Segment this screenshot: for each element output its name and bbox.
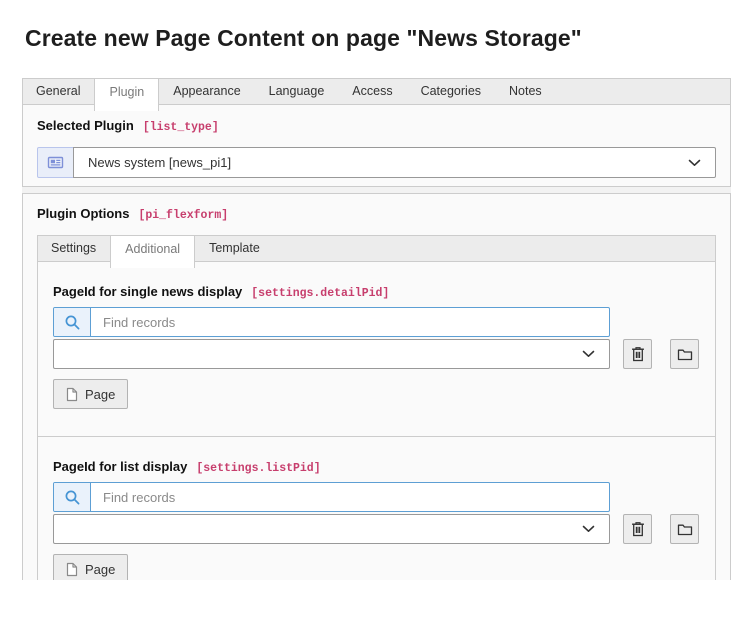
tab-general[interactable]: General — [22, 78, 94, 105]
search-icon — [54, 483, 91, 511]
detail-pid-delete-button[interactable] — [623, 339, 652, 369]
page-icon — [66, 387, 78, 402]
tab-access[interactable]: Access — [338, 78, 406, 105]
delete-icon — [631, 346, 645, 362]
tab-additional[interactable]: Additional — [110, 235, 195, 268]
selected-plugin-select[interactable]: News system [news_pi1] — [73, 147, 716, 178]
selected-plugin-field-code: [list_type] — [143, 121, 219, 134]
plugin-options-label-row: Plugin Options [pi_flexform] — [37, 206, 716, 222]
detail-pid-label: PageId for single news display — [53, 284, 242, 299]
detail-pid-field-code: [settings.detailPid] — [251, 287, 389, 300]
list-pid-select[interactable] — [53, 514, 610, 544]
chevron-down-icon — [582, 525, 595, 533]
newspaper-plugin-icon — [37, 147, 74, 178]
plugin-options-field-code: [pi_flexform] — [138, 209, 228, 222]
delete-icon — [631, 521, 645, 537]
tab-settings[interactable]: Settings — [37, 235, 110, 262]
chevron-down-icon — [582, 350, 595, 358]
detail-pid-search-input[interactable] — [91, 308, 609, 336]
page-title: Create new Page Content on page "News St… — [25, 24, 731, 52]
tab-plugin[interactable]: Plugin — [94, 78, 159, 111]
selected-plugin-select-group: News system [news_pi1] — [37, 147, 716, 178]
folder-icon — [677, 523, 693, 536]
detail-pid-subsection: PageId for single news display [settings… — [38, 262, 715, 436]
detail-pid-browse-button[interactable] — [670, 339, 699, 369]
tab-template[interactable]: Template — [195, 235, 274, 262]
folder-icon — [677, 348, 693, 361]
selected-plugin-label-row: Selected Plugin [list_type] — [37, 118, 716, 134]
selected-plugin-section: Selected Plugin [list_type] News system … — [22, 105, 731, 187]
tab-language[interactable]: Language — [255, 78, 339, 105]
list-pid-field-code: [settings.listPid] — [196, 462, 320, 475]
main-tabbar: General Plugin Appearance Language Acces… — [22, 78, 731, 105]
detail-pid-page-button[interactable]: Page — [53, 379, 128, 409]
detail-pid-search-group — [53, 307, 610, 337]
detail-pid-select[interactable] — [53, 339, 610, 369]
form-container: General Plugin Appearance Language Acces… — [22, 78, 731, 580]
search-icon — [54, 308, 91, 336]
list-pid-page-button[interactable]: Page — [53, 554, 128, 580]
list-pid-delete-button[interactable] — [623, 514, 652, 544]
page-button-label: Page — [85, 387, 115, 402]
list-pid-subsection: PageId for list display [settings.listPi… — [38, 436, 715, 580]
tab-categories[interactable]: Categories — [407, 78, 495, 105]
page-button-label: Page — [85, 562, 115, 577]
plugin-options-section: Plugin Options [pi_flexform] Settings Ad… — [22, 193, 731, 580]
selected-plugin-label: Selected Plugin — [37, 118, 134, 133]
flexform-tabbar: Settings Additional Template — [37, 235, 716, 262]
list-pid-browse-button[interactable] — [670, 514, 699, 544]
chevron-down-icon — [688, 159, 701, 167]
plugin-options-label: Plugin Options — [37, 206, 129, 221]
list-pid-search-group — [53, 482, 610, 512]
page-icon — [66, 562, 78, 577]
flexform-panel: PageId for single news display [settings… — [37, 262, 716, 580]
selected-plugin-value: News system [news_pi1] — [88, 155, 231, 170]
list-pid-search-input[interactable] — [91, 483, 609, 511]
tab-notes[interactable]: Notes — [495, 78, 556, 105]
tab-appearance[interactable]: Appearance — [159, 78, 254, 105]
list-pid-label: PageId for list display — [53, 459, 187, 474]
